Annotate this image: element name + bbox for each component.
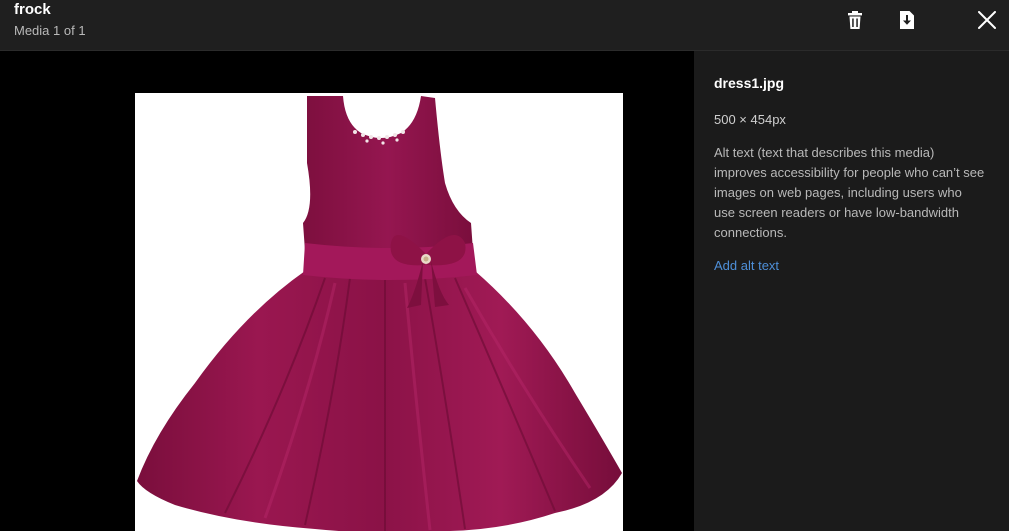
viewer-header: frock Media 1 of 1	[0, 0, 1009, 51]
alt-text-description: Alt text (text that describes this media…	[714, 145, 985, 240]
file-name: dress1.jpg	[714, 75, 785, 91]
delete-button[interactable]	[839, 4, 871, 36]
trash-icon	[847, 10, 863, 30]
media-title: frock	[14, 1, 51, 18]
dress-illustration	[137, 96, 622, 531]
close-button[interactable]	[971, 4, 1003, 36]
media-counter: Media 1 of 1	[14, 23, 86, 38]
image-dimensions: 500 × 454px	[714, 112, 786, 127]
download-icon	[899, 10, 915, 30]
add-alt-text-link[interactable]: Add alt text	[714, 258, 779, 273]
media-stage	[0, 51, 694, 531]
download-button[interactable]	[891, 4, 923, 36]
media-viewer: frock Media 1 of 1 dress1.jpg 500 × 454p…	[0, 0, 1009, 531]
media-info-panel: dress1.jpg 500 × 454px Alt text (text th…	[694, 51, 1009, 531]
media-image[interactable]	[135, 93, 623, 531]
close-icon	[978, 11, 996, 29]
